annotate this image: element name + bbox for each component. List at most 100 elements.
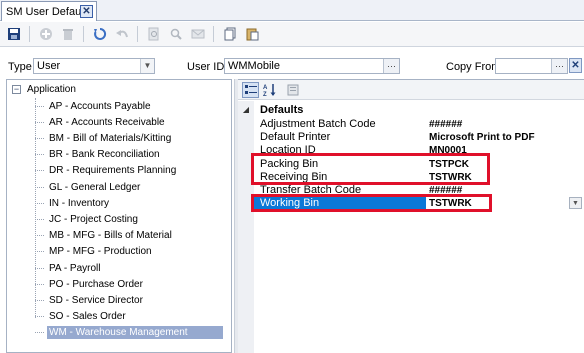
tree-item-label: MP - MFG - Production xyxy=(49,246,152,258)
tree-item[interactable]: GL - General Ledger xyxy=(35,179,225,195)
property-row[interactable]: Location ID MN0001 xyxy=(254,144,584,157)
tree-root-application[interactable]: − Application xyxy=(12,84,76,95)
property-name: Receiving Bin xyxy=(260,170,328,183)
property-value-text: TSTWRK xyxy=(429,171,472,183)
tree-item-label: BM - Bill of Materials/Kitting xyxy=(49,132,172,144)
property-grid-toolbar: AZ xyxy=(238,80,584,100)
tree-item[interactable]: PO - Purchase Order xyxy=(35,276,225,292)
property-name: Transfer Batch Code xyxy=(260,184,362,196)
tree-item-label: AP - Accounts Payable xyxy=(49,100,151,112)
tree-connector xyxy=(35,332,44,334)
toolbar-divider xyxy=(83,26,84,42)
property-value[interactable]: Microsoft Print to PDF xyxy=(426,131,584,144)
type-label: Type xyxy=(8,61,32,73)
property-row[interactable]: Working Bin TSTWRK ▼ xyxy=(254,197,584,211)
tree-item[interactable]: MB - MFG - Bills of Material xyxy=(35,228,225,244)
category-defaults[interactable]: ◢ Defaults xyxy=(238,102,584,117)
copy-icon[interactable] xyxy=(220,25,239,44)
property-value-text: ###### xyxy=(429,119,463,130)
property-value-text: TSTWRK xyxy=(429,198,472,210)
property-row[interactable]: Receiving Bin TSTWRK xyxy=(254,171,584,184)
copyfrom-input[interactable]: ··· xyxy=(495,58,568,74)
tree-connector xyxy=(35,235,44,237)
property-grid-gutter xyxy=(238,101,254,353)
application-tree: − Application AP - Accounts Payable AR - … xyxy=(6,79,232,353)
tree-item[interactable]: PA - Payroll xyxy=(35,260,225,276)
property-value[interactable]: MN0001 xyxy=(426,144,584,157)
tree-item[interactable]: JC - Project Costing xyxy=(35,211,225,227)
tree-connector xyxy=(35,267,44,269)
tree-item-label: AR - Accounts Receivable xyxy=(49,116,165,128)
property-pages-icon[interactable] xyxy=(284,82,301,98)
tree-connector xyxy=(35,251,44,253)
tree-item[interactable]: AR - Accounts Receivable xyxy=(35,114,225,130)
type-value: User xyxy=(37,60,61,72)
tree-item[interactable]: AP - Accounts Payable xyxy=(35,98,225,114)
categorized-icon[interactable] xyxy=(242,81,259,98)
property-row[interactable]: Default Printer Microsoft Print to PDF xyxy=(254,131,584,144)
tree-item[interactable]: SO - Sales Order xyxy=(35,309,225,325)
property-value[interactable]: TSTWRK xyxy=(426,171,584,184)
tree-item[interactable]: IN - Inventory xyxy=(35,195,225,211)
tree-item-label: BR - Bank Reconciliation xyxy=(49,149,160,161)
property-name: Default Printer xyxy=(260,131,331,144)
mail-icon[interactable] xyxy=(188,25,207,44)
tree-item[interactable]: WM - Warehouse Management xyxy=(35,325,225,341)
tab-strip: SM User Defaults ✕ xyxy=(0,0,584,21)
find-icon[interactable] xyxy=(144,25,163,44)
tree-connector xyxy=(35,170,44,172)
svg-text:A: A xyxy=(263,85,268,91)
add-icon[interactable] xyxy=(36,25,55,44)
tree-item[interactable]: MP - MFG - Production xyxy=(35,244,225,260)
tree-connector xyxy=(35,105,44,107)
chevron-down-icon[interactable]: ▼ xyxy=(569,197,582,210)
tree-root-label: Application xyxy=(27,84,76,95)
tree-item-label: WM - Warehouse Management xyxy=(47,326,223,340)
copyfrom-label: Copy From xyxy=(446,61,501,73)
tree-item[interactable]: BM - Bill of Materials/Kitting xyxy=(35,130,225,146)
tree-item[interactable]: BR - Bank Reconciliation xyxy=(35,147,225,163)
property-name: Location ID xyxy=(260,144,316,157)
property-name: Packing Bin xyxy=(260,157,319,170)
property-row[interactable]: Packing Bin TSTPCK xyxy=(254,158,584,171)
property-name: Working Bin xyxy=(254,197,426,211)
find-next-icon[interactable] xyxy=(166,25,185,44)
paste-icon[interactable] xyxy=(242,25,261,44)
tree-item[interactable]: DR - Requirements Planning xyxy=(35,163,225,179)
property-value[interactable]: TSTPCK xyxy=(426,158,584,171)
chevron-down-icon[interactable]: ▼ xyxy=(140,59,154,73)
toolbar-divider xyxy=(213,26,214,42)
tree-connector xyxy=(35,121,44,123)
property-value[interactable]: ###### xyxy=(426,184,584,197)
refresh-icon[interactable] xyxy=(90,25,109,44)
save-icon[interactable] xyxy=(4,25,23,44)
clear-icon[interactable]: ✕ xyxy=(569,58,582,73)
close-icon[interactable]: ✕ xyxy=(80,5,93,18)
property-value-text: MN0001 xyxy=(429,145,467,157)
tree-item-label: GL - General Ledger xyxy=(49,181,141,193)
type-select[interactable]: User ▼ xyxy=(33,58,155,74)
filter-row: Type User ▼ User ID WMMobile ··· Copy Fr… xyxy=(0,55,584,77)
userid-value: WMMobile xyxy=(228,60,280,72)
tree-item[interactable]: SD - Service Director xyxy=(35,292,225,308)
property-value[interactable]: ###### xyxy=(426,118,584,131)
property-row[interactable]: Adjustment Batch Code ###### xyxy=(254,118,584,131)
userid-label: User ID xyxy=(187,61,225,73)
tree-connector xyxy=(35,186,44,188)
tab-sm-user-defaults[interactable]: SM User Defaults ✕ xyxy=(1,1,97,21)
property-value[interactable]: TSTWRK ▼ xyxy=(426,197,584,210)
userid-input[interactable]: WMMobile ··· xyxy=(224,58,400,74)
property-row[interactable]: Transfer Batch Code ###### xyxy=(254,184,584,197)
main-toolbar xyxy=(0,22,584,47)
tree-item-label: IN - Inventory xyxy=(49,197,110,209)
undo-icon[interactable] xyxy=(112,25,131,44)
collapse-caret-icon[interactable]: ◢ xyxy=(238,105,254,114)
property-grid: AZ ◢ Defaults Adjustment Batch Code #####… xyxy=(238,79,584,353)
sort-alphabetical-icon[interactable]: AZ xyxy=(261,82,278,98)
delete-icon[interactable] xyxy=(58,25,77,44)
tree-connector xyxy=(35,316,44,318)
lookup-icon[interactable]: ··· xyxy=(551,59,567,73)
collapse-icon[interactable]: − xyxy=(12,85,21,94)
lookup-icon[interactable]: ··· xyxy=(383,59,399,73)
tree-connector xyxy=(35,218,44,220)
